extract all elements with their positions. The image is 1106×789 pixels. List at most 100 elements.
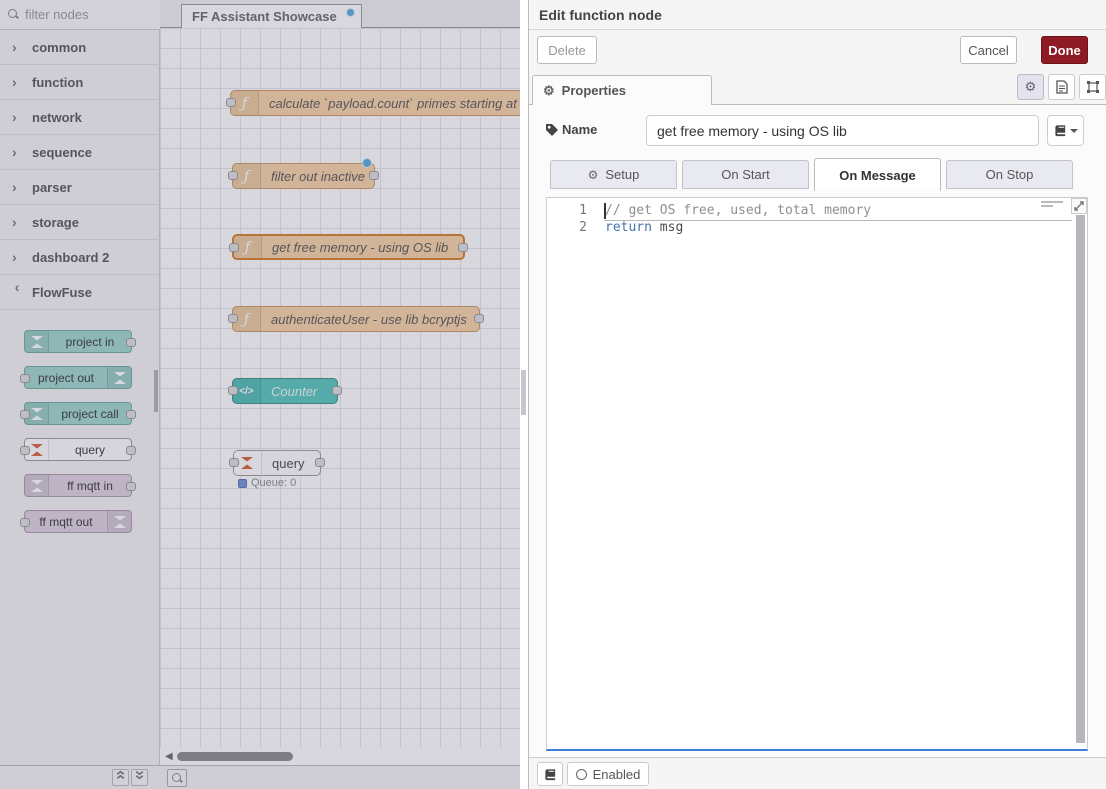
chevron-down-icon	[9, 287, 25, 297]
search-icon	[172, 773, 183, 784]
code-editor[interactable]: 1 2 // get OS free, used, total memory r…	[546, 197, 1088, 751]
node-authenticate-user[interactable]: authenticateUser - use lib bcryptjs	[232, 306, 480, 332]
palette-category-function[interactable]: function	[0, 65, 160, 100]
palette-filter[interactable]: filter nodes	[0, 0, 160, 30]
tab-setup[interactable]: Setup	[550, 160, 677, 189]
canvas-search-button[interactable]	[167, 769, 187, 787]
keyword-token: return	[605, 220, 652, 235]
output-port[interactable]	[126, 410, 136, 419]
tray-tab-row: Properties	[529, 70, 1106, 105]
palette-node-project-in[interactable]: project in	[24, 330, 132, 353]
palette-node-ff-mqtt-out[interactable]: ff mqtt out	[24, 510, 132, 533]
node-status: Queue: 0	[238, 477, 296, 489]
tray-toolbar: Delete Cancel Done	[529, 30, 1106, 70]
flow-tab-label: FF Assistant Showcase	[192, 9, 337, 24]
horizontal-scrollbar[interactable]	[177, 752, 293, 761]
tab-on-stop[interactable]: On Stop	[946, 160, 1073, 189]
node-label: calculate `payload.count` primes startin…	[259, 96, 520, 111]
node-counter[interactable]: Counter	[232, 378, 338, 404]
delete-button[interactable]: Delete	[537, 36, 597, 64]
palette-node-label: project in	[49, 335, 131, 349]
palette-category-storage[interactable]: storage	[0, 205, 160, 240]
enabled-toggle-button[interactable]: Enabled	[567, 762, 649, 786]
tag-icon	[545, 123, 559, 137]
output-port[interactable]	[126, 338, 136, 347]
input-port[interactable]	[228, 314, 238, 323]
node-label: get free memory - using OS lib	[262, 240, 463, 255]
output-port[interactable]	[474, 314, 484, 323]
name-row: Name	[529, 115, 1106, 147]
flowfuse-icon	[107, 511, 131, 532]
palette-category-network[interactable]: network	[0, 100, 160, 135]
tab-on-start[interactable]: On Start	[682, 160, 809, 189]
enabled-label: Enabled	[593, 767, 641, 782]
editor-scrollbar[interactable]	[1076, 215, 1085, 743]
plain-token: msg	[652, 220, 683, 235]
name-input[interactable]	[646, 115, 1039, 146]
output-port[interactable]	[369, 171, 379, 180]
node-calculate-primes[interactable]: calculate `payload.count` primes startin…	[230, 90, 520, 116]
expand-all-button[interactable]	[131, 769, 148, 786]
input-port[interactable]	[228, 171, 238, 180]
flow-canvas[interactable]: FF Assistant Showcase calculate `payload…	[160, 0, 520, 789]
caret-down-icon	[1070, 129, 1078, 133]
node-query[interactable]: query	[233, 450, 321, 476]
canvas-footer	[160, 765, 520, 789]
output-port[interactable]	[126, 446, 136, 455]
flowfuse-icon	[107, 367, 131, 388]
input-port[interactable]	[20, 410, 30, 419]
input-port[interactable]	[229, 243, 239, 252]
input-port[interactable]	[226, 98, 236, 107]
tray-header: Edit function node	[529, 0, 1106, 30]
node-get-free-memory[interactable]: get free memory - using OS lib	[232, 234, 465, 260]
node-red-editor: filter nodes common function network seq…	[0, 0, 1106, 789]
output-port[interactable]	[458, 243, 468, 252]
book-icon	[1054, 123, 1067, 138]
category-label: storage	[32, 215, 79, 230]
tab-label: On Stop	[986, 167, 1034, 182]
palette-category-common[interactable]: common	[0, 30, 160, 65]
status-text: Queue: 0	[251, 477, 296, 489]
palette-category-sequence[interactable]: sequence	[0, 135, 160, 170]
node-appearance-button[interactable]	[1079, 74, 1106, 100]
input-port[interactable]	[20, 446, 30, 455]
palette-category-flowfuse[interactable]: FlowFuse	[0, 275, 160, 310]
input-port[interactable]	[20, 374, 30, 383]
input-port[interactable]	[20, 518, 30, 527]
gear-icon	[543, 83, 555, 99]
node-label: authenticateUser - use lib bcryptjs	[261, 312, 479, 327]
library-button[interactable]	[537, 762, 563, 786]
output-port[interactable]	[332, 386, 342, 395]
cancel-button[interactable]: Cancel	[960, 36, 1017, 64]
input-port[interactable]	[229, 458, 239, 467]
tray-content: Name Setup On Start On Message	[529, 105, 1106, 757]
tab-on-message[interactable]: On Message	[814, 158, 941, 191]
canvas-vertical-scrollbar[interactable]	[520, 0, 528, 789]
palette-node-query[interactable]: query	[24, 438, 132, 461]
output-port[interactable]	[126, 482, 136, 491]
flow-tab[interactable]: FF Assistant Showcase	[181, 4, 362, 28]
palette-category-dashboard2[interactable]: dashboard 2	[0, 240, 160, 275]
changed-dot	[362, 158, 372, 168]
chevron-right-icon	[12, 179, 22, 195]
collapse-all-button[interactable]	[112, 769, 129, 786]
palette-node-project-out[interactable]: project out	[24, 366, 132, 389]
palette-category-parser[interactable]: parser	[0, 170, 160, 205]
palette-node-ff-mqtt-in[interactable]: ff mqtt in	[24, 474, 132, 497]
edit-properties-button[interactable]	[1017, 74, 1044, 100]
library-dropdown-button[interactable]	[1047, 115, 1084, 146]
done-button[interactable]: Done	[1041, 36, 1088, 64]
expand-editor-button[interactable]	[1071, 198, 1087, 214]
flowfuse-icon	[25, 331, 49, 352]
output-port[interactable]	[315, 458, 325, 467]
edit-description-button[interactable]	[1048, 74, 1075, 100]
node-label: filter out inactive	[261, 169, 374, 184]
input-port[interactable]	[228, 386, 238, 395]
palette-node-project-call[interactable]: project call	[24, 402, 132, 425]
tray-title: Edit function node	[539, 7, 662, 23]
tab-properties[interactable]: Properties	[532, 75, 712, 105]
hscroll-left-arrow[interactable]: ◀	[165, 751, 173, 762]
palette-scrollbar[interactable]	[154, 370, 158, 412]
gear-icon	[1025, 79, 1037, 95]
node-filter-out-inactive[interactable]: filter out inactive	[232, 163, 375, 189]
